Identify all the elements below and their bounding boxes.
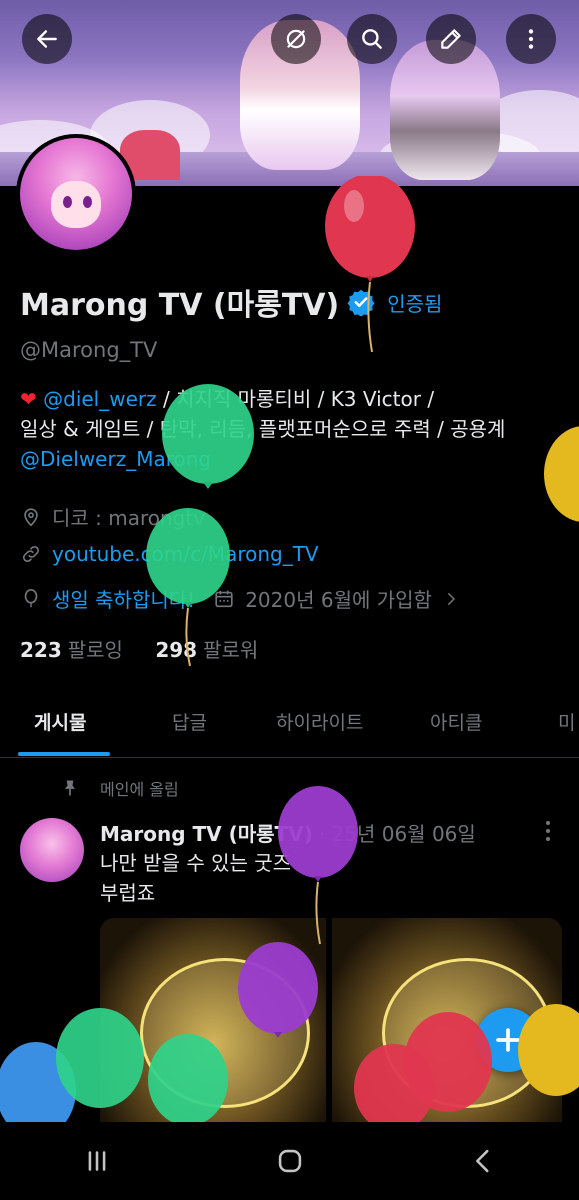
profile-bio: ❤ @diel_werz / 치지직 마롱티비 / K3 Victor / 일상… (20, 384, 560, 474)
birthday-joined-row: 생일 축하합니다! 2020년 6월에 가입함 (20, 584, 470, 613)
tab-media[interactable]: 미 (558, 708, 575, 735)
location-pin-icon (24, 507, 38, 526)
yellow-balloon-icon (518, 1004, 579, 1096)
recent-apps-icon[interactable] (80, 1144, 114, 1178)
tab-replies[interactable]: 답글 (172, 708, 207, 735)
purple-balloon-icon (278, 786, 358, 945)
grok-button[interactable] (271, 14, 321, 64)
post-more-icon[interactable] (538, 818, 558, 844)
chevron-right-icon[interactable] (442, 590, 460, 608)
following-count: 223 (20, 638, 62, 662)
pinned-label-row: 메인에 올림 (60, 776, 179, 800)
red-balloon-icon (325, 176, 415, 353)
edit-button[interactable] (426, 14, 476, 64)
tab-articles[interactable]: 아티클 (430, 708, 482, 735)
purple-balloon-icon (238, 942, 318, 1038)
post-line-1: 나만 받을 수 있는 굿즈 (100, 851, 292, 875)
display-name: Marong TV (마롱TV) (20, 288, 340, 323)
green-balloon-icon (56, 1008, 144, 1108)
edit-icon (441, 29, 461, 49)
arrow-left-icon (37, 30, 57, 48)
joined-text: 2020년 6월에 가입함 (245, 588, 432, 612)
bio-line2: 일상 & 게임트 / 탄막, 리듬, 플랫포머순으로 주력 / 공용계 (20, 417, 506, 441)
green-balloon-icon (146, 508, 230, 667)
pin-icon (65, 780, 75, 796)
search-icon (362, 29, 382, 49)
profile-avatar[interactable] (16, 134, 136, 254)
bio-mention-dielwerz[interactable]: @Dielwerz_Marong (20, 444, 560, 474)
post-body: 나만 받을 수 있는 굿즈 부럽죠 (100, 848, 291, 908)
system-nav-bar (0, 1122, 579, 1200)
following-link[interactable]: 223 팔로잉 (20, 638, 123, 662)
green-balloon-icon (148, 1034, 228, 1126)
avatar-image (20, 138, 132, 250)
grok-icon (286, 29, 306, 49)
pinned-label: 메인에 올림 (100, 780, 179, 799)
active-tab-indicator (18, 752, 110, 756)
more-button[interactable] (506, 14, 556, 64)
search-button[interactable] (347, 14, 397, 64)
following-label: 팔로잉 (67, 638, 123, 662)
post-author-avatar[interactable] (20, 818, 84, 882)
balloon-icon (24, 588, 38, 607)
link-icon (22, 545, 40, 563)
more-vertical-icon (528, 29, 534, 49)
tab-highlights[interactable]: 하이라이트 (276, 708, 363, 735)
green-balloon-icon (162, 384, 254, 489)
bio-mention-diel[interactable]: @diel_werz (43, 387, 157, 411)
home-icon[interactable] (273, 1144, 307, 1178)
back-icon[interactable] (466, 1144, 500, 1178)
back-button[interactable] (22, 14, 72, 64)
tab-posts[interactable]: 게시물 (34, 708, 86, 735)
profile-handle: @Marong_TV (20, 338, 158, 362)
red-balloon-icon (404, 1012, 492, 1112)
yellow-balloon-icon (544, 426, 579, 522)
post-line-2: 부럽죠 (100, 881, 156, 905)
profile-tabs: 게시물 답글 하이라이트 아티클 미 (0, 690, 579, 758)
heart-icon: ❤ (20, 387, 37, 411)
